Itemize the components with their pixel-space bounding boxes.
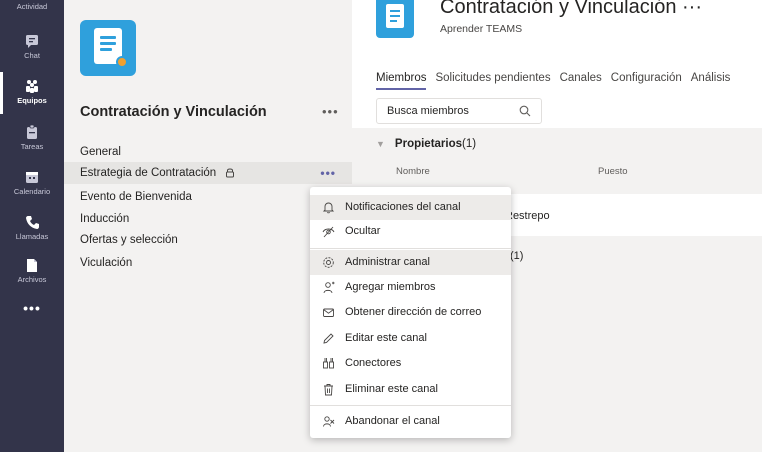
menu-label: Editar este canal	[345, 332, 427, 344]
rail-teams[interactable]: Equipos	[0, 72, 64, 114]
app-rail: Actividad Chat Equipos Tareas Calendario…	[0, 0, 64, 452]
column-header-name[interactable]: Nombre	[396, 166, 430, 177]
column-header-role[interactable]: Puesto	[598, 166, 628, 177]
file-icon	[27, 259, 37, 272]
menu-label: Obtener dirección de correo	[345, 306, 482, 318]
channel-item-viculacion[interactable]: Viculación	[64, 252, 352, 274]
search-input[interactable]: Busca miembros	[376, 98, 542, 124]
rail-activity[interactable]: Actividad	[0, 0, 64, 11]
rail-calls-label: Llamadas	[15, 232, 49, 241]
rail-calendar-label: Calendario	[13, 187, 51, 196]
connectors-icon	[322, 357, 335, 370]
search-icon	[519, 105, 531, 117]
menu-label: Agregar miembros	[345, 281, 436, 293]
owner-name: Restrepo	[505, 210, 550, 222]
gear-icon	[322, 256, 335, 269]
calendar-icon	[26, 172, 38, 183]
lock-icon	[225, 167, 235, 178]
page-subtitle: Aprender TEAMS	[440, 23, 523, 35]
tab-bar: Miembros Solicitudes pendientes Canales Con…	[376, 72, 739, 90]
owners-section-header[interactable]: ▼ Propietarios(1)	[376, 138, 476, 150]
chevron-down-icon: ▼	[376, 139, 385, 149]
tab-configuracion[interactable]: Configuración	[611, 72, 682, 88]
channel-more-button[interactable]: •••	[320, 162, 336, 184]
channel-label: Evento de Bienvenida	[80, 191, 192, 203]
tab-miembros[interactable]: Miembros	[376, 72, 427, 90]
team-avatar	[80, 20, 136, 76]
add-person-icon	[322, 281, 335, 294]
menu-label: Notificaciones del canal	[345, 201, 461, 213]
rail-chat[interactable]: Chat	[0, 33, 64, 60]
menu-separator	[310, 405, 511, 406]
menu-item-notifications[interactable]: Notificaciones del canal	[310, 195, 511, 220]
owners-count: (1)	[462, 138, 477, 150]
menu-label: Conectores	[345, 357, 402, 369]
channel-label: Ofertas y selección	[80, 234, 178, 246]
team-header: Contratación y Vinculación ··· Aprender …	[352, 0, 762, 128]
channel-item-estrategia[interactable]: Estrategia de Contratación •••	[64, 162, 352, 184]
team-title[interactable]: Contratación y Vinculación	[80, 104, 267, 120]
document-icon	[94, 28, 128, 68]
menu-label: Ocultar	[345, 225, 381, 237]
menu-label: Abandonar el canal	[345, 415, 440, 427]
rail-tasks-label: Tareas	[20, 142, 44, 151]
owners-title: Propietarios	[394, 138, 463, 150]
eye-off-icon	[322, 225, 335, 238]
menu-item-hide[interactable]: Ocultar	[310, 219, 511, 244]
menu-item-leave[interactable]: Abandonar el canal	[310, 409, 511, 434]
menu-item-manage[interactable]: Administrar canal	[310, 250, 511, 275]
menu-separator	[310, 248, 511, 249]
channel-context-menu: Notificaciones del canal Ocultar Adminis…	[310, 187, 511, 438]
teams-icon	[26, 80, 38, 93]
channel-panel: Contratación y Vinculación ••• General E…	[64, 0, 352, 452]
tab-analisis[interactable]: Análisis	[691, 72, 731, 88]
tab-solicitudes[interactable]: Solicitudes pendientes	[435, 72, 550, 88]
document-icon	[386, 4, 404, 28]
header-team-avatar	[376, 0, 414, 38]
menu-label: Administrar canal	[345, 256, 430, 268]
menu-item-add-members[interactable]: Agregar miembros	[310, 275, 511, 300]
tab-canales[interactable]: Canales	[560, 72, 602, 88]
mail-icon	[322, 306, 335, 319]
channel-item-evento[interactable]: Evento de Bienvenida	[64, 186, 352, 208]
chat-icon	[26, 35, 38, 48]
menu-item-delete[interactable]: Eliminar este canal	[310, 377, 511, 402]
team-more-button[interactable]: •••	[322, 104, 339, 119]
rail-activity-label: Actividad	[16, 2, 48, 11]
channel-label: Estrategia de Contratación	[80, 167, 217, 179]
rail-teams-label: Equipos	[17, 96, 47, 105]
channel-item-induccion[interactable]: Inducción	[64, 208, 352, 230]
channel-item-general[interactable]: General	[64, 141, 352, 163]
rail-files[interactable]: Archivos	[0, 257, 64, 284]
rail-tasks[interactable]: Tareas	[0, 124, 64, 151]
phone-icon	[26, 216, 39, 229]
menu-item-edit[interactable]: Editar este canal	[310, 326, 511, 351]
tasks-icon	[27, 124, 37, 139]
menu-item-get-email[interactable]: Obtener dirección de correo	[310, 300, 511, 325]
search-placeholder: Busca miembros	[387, 105, 469, 117]
members-count: (1)	[510, 250, 524, 262]
channel-item-ofertas[interactable]: Ofertas y selección	[64, 229, 352, 251]
rail-calls[interactable]: Llamadas	[0, 214, 64, 241]
trash-icon	[322, 383, 335, 396]
rail-calendar[interactable]: Calendario	[0, 169, 64, 196]
channel-label: General	[80, 146, 121, 158]
rail-files-label: Archivos	[17, 275, 47, 284]
rail-more-button[interactable]: •••	[0, 300, 64, 316]
menu-label: Eliminar este canal	[345, 383, 438, 395]
channel-label: Inducción	[80, 213, 130, 225]
bell-icon	[322, 201, 335, 214]
leave-icon	[322, 415, 335, 428]
menu-item-connectors[interactable]: Conectores	[310, 351, 511, 376]
channel-label: Viculación	[80, 257, 133, 269]
page-title[interactable]: Contratación y Vinculación ···	[440, 0, 702, 19]
pencil-icon	[322, 332, 335, 345]
rail-chat-label: Chat	[24, 51, 40, 60]
